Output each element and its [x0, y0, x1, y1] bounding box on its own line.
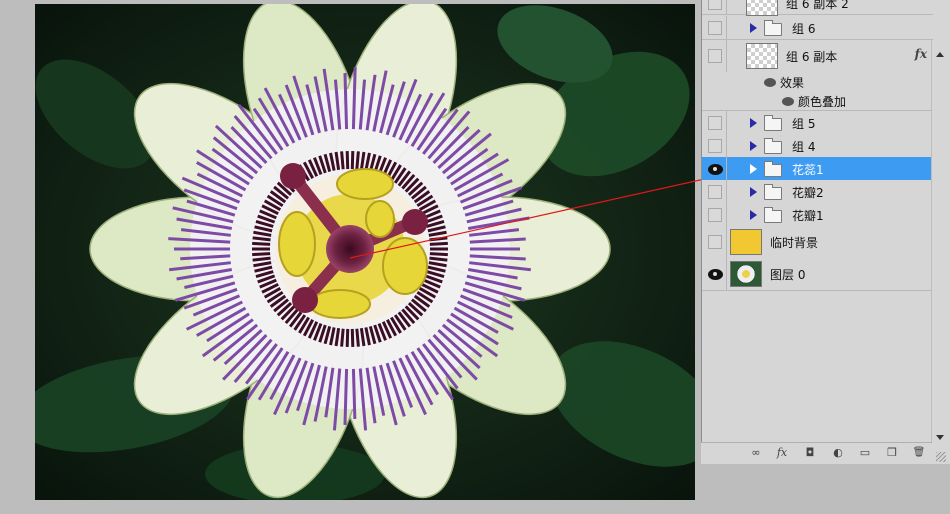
layer-row-6[interactable]: 组 4 — [702, 134, 933, 158]
visibility-box[interactable] — [708, 115, 722, 130]
eye-icon[interactable] — [764, 77, 776, 87]
filament-base — [345, 328, 350, 348]
layer-name: 花瓣1 — [792, 208, 824, 223]
layer-name: 组 4 — [792, 139, 816, 154]
layer-thumbnail — [746, 0, 778, 16]
visibility-box[interactable] — [708, 184, 722, 199]
layers-toolbar: ∞ fx ◘ ◐ ▭ ❐ 🗑 — [701, 442, 932, 465]
filament-base — [252, 236, 271, 242]
filament-base — [350, 328, 355, 348]
filament-base — [350, 150, 355, 170]
layer-row-11[interactable]: 图层 0 — [702, 257, 933, 291]
visibility-toggle[interactable] — [702, 0, 727, 14]
layer-thumbnail — [730, 260, 762, 287]
visibility-toggle[interactable] — [702, 134, 727, 157]
document-canvas[interactable] — [35, 4, 695, 500]
layer-row-2[interactable]: 组 6 副本 fx — [702, 40, 933, 73]
filament-base — [340, 151, 345, 170]
filament-base — [345, 150, 350, 170]
filament — [351, 67, 357, 130]
filament — [343, 368, 349, 425]
panel-footer — [701, 464, 950, 514]
visibility-box[interactable] — [708, 138, 722, 153]
expand-arrow-icon[interactable] — [750, 186, 757, 197]
filament — [343, 73, 349, 130]
folder-icon — [764, 160, 782, 177]
folder-icon — [764, 183, 782, 200]
expand-arrow-icon[interactable] — [750, 140, 757, 151]
layer-thumbnail — [730, 228, 762, 255]
layers-scrollbar[interactable] — [931, 40, 949, 442]
layer-row-5[interactable]: 组 5 — [702, 111, 933, 135]
fx-icon[interactable]: fx — [915, 47, 927, 61]
filament-base — [252, 256, 271, 262]
folder-icon — [764, 114, 782, 131]
layer-name: 花蕊1 — [792, 162, 824, 177]
layer-row-7[interactable]: 花蕊1 — [702, 157, 933, 181]
eye-icon[interactable] — [708, 163, 723, 175]
visibility-toggle[interactable] — [702, 157, 727, 180]
visibility-box[interactable] — [708, 0, 722, 10]
layer-row-9[interactable]: 花瓣1 — [702, 203, 933, 227]
filament-base — [340, 328, 345, 347]
layer-row-8[interactable]: 花瓣2 — [702, 180, 933, 204]
layer-row-1[interactable]: 组 6 — [702, 16, 933, 40]
folder-icon — [764, 19, 782, 36]
layer-name: 组 6 副本 2 — [786, 0, 849, 11]
visibility-toggle[interactable] — [702, 180, 727, 203]
effect-row[interactable]: 效果 — [702, 72, 933, 92]
resize-grip-icon[interactable] — [936, 452, 946, 462]
visibility-toggle[interactable] — [702, 111, 727, 134]
filament-base — [355, 151, 360, 170]
layer-thumbnail — [746, 43, 778, 69]
visibility-toggle[interactable] — [702, 40, 727, 72]
visibility-box[interactable] — [708, 234, 722, 249]
layer-name: 图层 0 — [770, 267, 806, 282]
expand-arrow-icon[interactable] — [750, 22, 757, 33]
filament-base — [429, 241, 448, 246]
filament-base — [429, 236, 448, 242]
layer-name: 组 5 — [792, 116, 816, 131]
visibility-box[interactable] — [708, 49, 722, 63]
trash-icon[interactable]: 🗑 — [912, 447, 926, 459]
visibility-toggle[interactable] — [702, 16, 727, 39]
layer-name: 颜色叠加 — [798, 94, 847, 109]
filament-base — [252, 252, 271, 257]
eye-icon[interactable] — [708, 268, 723, 280]
flower-photo — [35, 4, 695, 500]
layers-panel: 组 6 副本 2 组 6 组 6 副本 fx 效果颜色叠加组 5 组 4 花蕊1 花瓣2 花瓣1… — [701, 0, 950, 466]
filament-base — [429, 256, 448, 262]
visibility-box[interactable] — [708, 207, 722, 222]
folder-icon — [764, 137, 782, 154]
eye-icon[interactable] — [782, 96, 794, 106]
folder-icon — [764, 206, 782, 223]
visibility-toggle[interactable] — [702, 226, 727, 257]
effect-row[interactable]: 颜色叠加 — [702, 91, 933, 111]
new-group-icon[interactable]: ▭ — [858, 447, 872, 459]
fx-icon[interactable]: fx — [775, 447, 789, 459]
visibility-toggle[interactable] — [702, 203, 727, 226]
filament-base — [252, 241, 271, 246]
expand-arrow-icon[interactable] — [750, 117, 757, 128]
filament — [351, 368, 357, 419]
layer-row-0[interactable]: 组 6 副本 2 — [702, 0, 933, 16]
link-icon[interactable]: ∞ — [749, 447, 763, 459]
filament-base — [429, 252, 448, 257]
scroll-up-icon[interactable] — [936, 52, 944, 57]
mask-icon[interactable]: ◘ — [803, 447, 817, 459]
expand-arrow-icon[interactable] — [750, 209, 757, 220]
layer-row-10[interactable]: 临时背景 — [702, 226, 933, 258]
layer-name: 效果 — [780, 75, 805, 90]
layer-name: 组 6 副本 — [786, 50, 838, 64]
filament-base — [355, 328, 360, 347]
new-layer-icon[interactable]: ❐ — [885, 447, 899, 459]
layer-name: 组 6 — [792, 21, 816, 36]
adjustment-icon[interactable]: ◐ — [831, 447, 845, 459]
scroll-down-icon[interactable] — [936, 435, 944, 440]
layer-name: 临时背景 — [770, 235, 819, 250]
visibility-toggle[interactable] — [702, 257, 727, 290]
visibility-box[interactable] — [708, 20, 722, 35]
layer-name: 花瓣2 — [792, 185, 824, 200]
expand-arrow-icon[interactable] — [750, 163, 757, 174]
